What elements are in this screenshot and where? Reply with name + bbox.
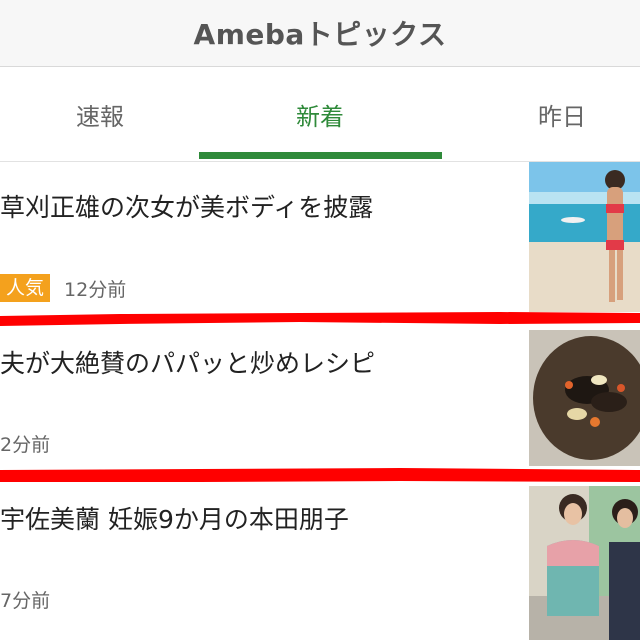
article-title[interactable]: 夫が大絶賛のパパッと炒めレシピ [0,344,375,380]
app-header: Amebaトピックス [0,0,640,67]
article-title[interactable]: 草刈正雄の次女が美ボディを披露 [0,188,373,224]
article-item[interactable]: 草刈正雄の次女が美ボディを披露 人気 12分前 [0,162,640,312]
two-women-photo-thumbnail[interactable] [529,486,640,640]
app-title: Amebaトピックス [193,18,447,51]
food-dish-photo-thumbnail[interactable] [529,330,640,466]
red-annotation-line [0,464,640,486]
article-item[interactable]: 夫が大絶賛のパパッと炒めレシピ 2分前 [0,328,640,468]
red-annotation-line [0,308,640,328]
beach-photo-thumbnail[interactable] [529,162,640,312]
tab-bar: 速報 新着 昨日 [0,67,640,162]
article-title[interactable]: 宇佐美蘭 妊娠9か月の本田朋子 [0,500,349,536]
active-tab-indicator [199,152,442,159]
article-time: 2分前 [0,434,51,456]
tab-new-arrivals[interactable]: 新着 [220,67,420,161]
article-time: 7分前 [0,590,51,612]
popular-badge: 人気 [0,274,51,302]
article-time: 12分前 [64,278,127,301]
article-item[interactable]: 宇佐美蘭 妊娠9か月の本田朋子 7分前 [0,486,640,640]
tab-yesterday[interactable]: 昨日 [462,67,640,161]
tab-breaking-news[interactable]: 速報 [0,67,200,161]
